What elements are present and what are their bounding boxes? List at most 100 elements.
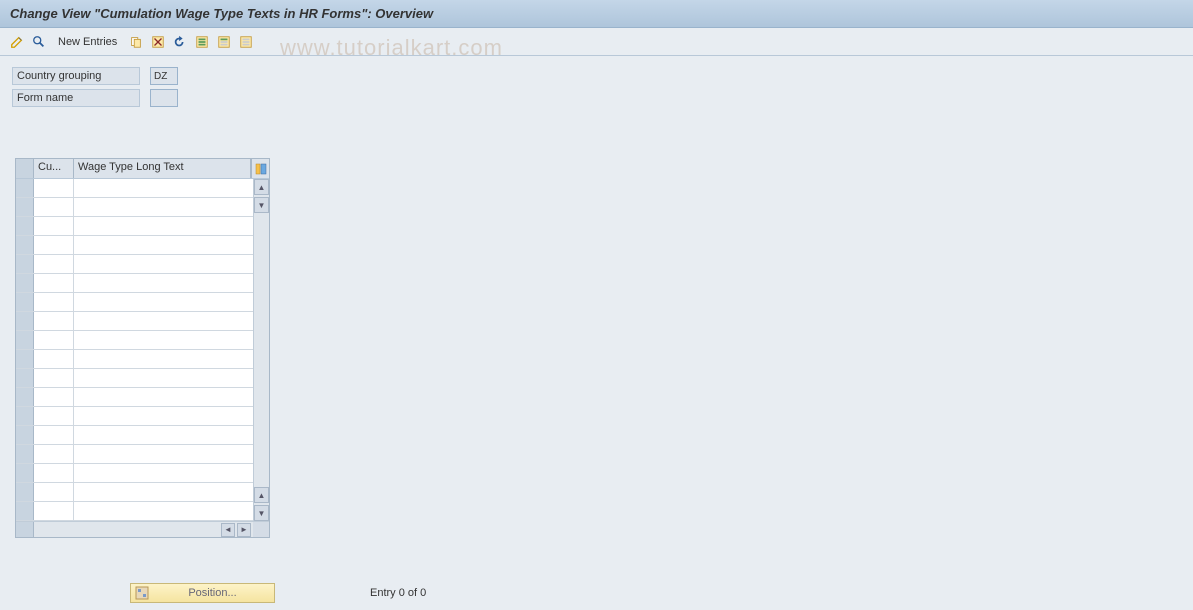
wage-cell[interactable] [74,369,253,387]
wage-cell[interactable] [74,426,253,444]
row-selector[interactable] [16,255,34,273]
wage-type-column-header[interactable]: Wage Type Long Text [74,159,251,178]
cu-cell[interactable] [34,331,74,349]
wage-cell[interactable] [74,483,253,501]
select-all-icon[interactable] [193,33,211,51]
country-grouping-input[interactable] [150,67,178,85]
row-selector[interactable] [16,464,34,482]
cu-cell[interactable] [34,312,74,330]
wage-cell[interactable] [74,445,253,463]
other-view-icon[interactable] [30,33,48,51]
table-row[interactable] [16,331,253,350]
row-selector[interactable] [16,388,34,406]
scroll-down2-icon[interactable]: ▼ [254,505,269,521]
wage-cell[interactable] [74,274,253,292]
vertical-scrollbar[interactable]: ▲ ▼ ▲ ▼ [253,179,269,521]
row-selector[interactable] [16,217,34,235]
table-row[interactable] [16,407,253,426]
table-header: Cu... Wage Type Long Text [16,159,269,179]
cu-cell[interactable] [34,445,74,463]
cu-column-header[interactable]: Cu... [34,159,74,178]
wage-cell[interactable] [74,217,253,235]
row-selector[interactable] [16,179,34,197]
cu-cell[interactable] [34,179,74,197]
scroll-up-icon[interactable]: ▲ [254,179,269,195]
select-all-column-header[interactable] [16,159,34,178]
table-row[interactable] [16,179,253,198]
cu-cell[interactable] [34,426,74,444]
position-button[interactable]: Position... [130,583,275,603]
wage-cell[interactable] [74,502,253,520]
table-row[interactable] [16,445,253,464]
scroll-right-icon[interactable]: ► [237,523,251,537]
wage-cell[interactable] [74,388,253,406]
copy-as-icon[interactable] [127,33,145,51]
row-selector[interactable] [16,483,34,501]
delete-icon[interactable] [149,33,167,51]
toolbar: New Entries [0,28,1193,56]
row-selector[interactable] [16,331,34,349]
row-selector[interactable] [16,274,34,292]
form-name-input[interactable] [150,89,178,107]
cu-cell[interactable] [34,502,74,520]
table-row[interactable] [16,236,253,255]
table-row[interactable] [16,312,253,331]
horizontal-scrollbar[interactable]: ◄ ► [16,521,269,537]
cu-cell[interactable] [34,350,74,368]
wage-cell[interactable] [74,312,253,330]
row-selector[interactable] [16,350,34,368]
table-row[interactable] [16,483,253,502]
row-selector[interactable] [16,198,34,216]
cu-cell[interactable] [34,274,74,292]
wage-cell[interactable] [74,331,253,349]
new-entries-button[interactable]: New Entries [52,34,123,50]
row-selector[interactable] [16,502,34,520]
scroll-down-icon[interactable]: ▼ [254,197,269,213]
cu-cell[interactable] [34,407,74,425]
row-selector[interactable] [16,369,34,387]
row-selector[interactable] [16,445,34,463]
wage-cell[interactable] [74,255,253,273]
row-selector[interactable] [16,407,34,425]
cu-cell[interactable] [34,198,74,216]
cu-cell[interactable] [34,217,74,235]
wage-cell[interactable] [74,407,253,425]
table-row[interactable] [16,464,253,483]
row-selector[interactable] [16,293,34,311]
cu-cell[interactable] [34,388,74,406]
table-row[interactable] [16,388,253,407]
undo-icon[interactable] [171,33,189,51]
wage-cell[interactable] [74,350,253,368]
row-selector[interactable] [16,236,34,254]
table-rows-container [16,179,253,521]
cu-cell[interactable] [34,369,74,387]
wage-cell[interactable] [74,179,253,197]
cu-cell[interactable] [34,464,74,482]
wage-cell[interactable] [74,198,253,216]
table-row[interactable] [16,293,253,312]
table-row[interactable] [16,198,253,217]
row-selector[interactable] [16,426,34,444]
cu-cell[interactable] [34,255,74,273]
row-selector[interactable] [16,312,34,330]
table-row[interactable] [16,369,253,388]
toggle-display-change-icon[interactable] [8,33,26,51]
table-row[interactable] [16,502,253,521]
select-block-icon[interactable] [215,33,233,51]
table-row[interactable] [16,255,253,274]
cu-cell[interactable] [34,483,74,501]
cu-cell[interactable] [34,236,74,254]
wage-cell[interactable] [74,464,253,482]
table-row[interactable] [16,426,253,445]
wage-cell[interactable] [74,293,253,311]
wage-cell[interactable] [74,236,253,254]
table-row[interactable] [16,217,253,236]
table-config-icon[interactable] [251,159,269,178]
scroll-up2-icon[interactable]: ▲ [254,487,269,503]
table-row[interactable] [16,350,253,369]
table-row[interactable] [16,274,253,293]
cu-cell[interactable] [34,293,74,311]
scroll-left-icon[interactable]: ◄ [221,523,235,537]
country-grouping-label: Country grouping [12,67,140,85]
deselect-all-icon[interactable] [237,33,255,51]
